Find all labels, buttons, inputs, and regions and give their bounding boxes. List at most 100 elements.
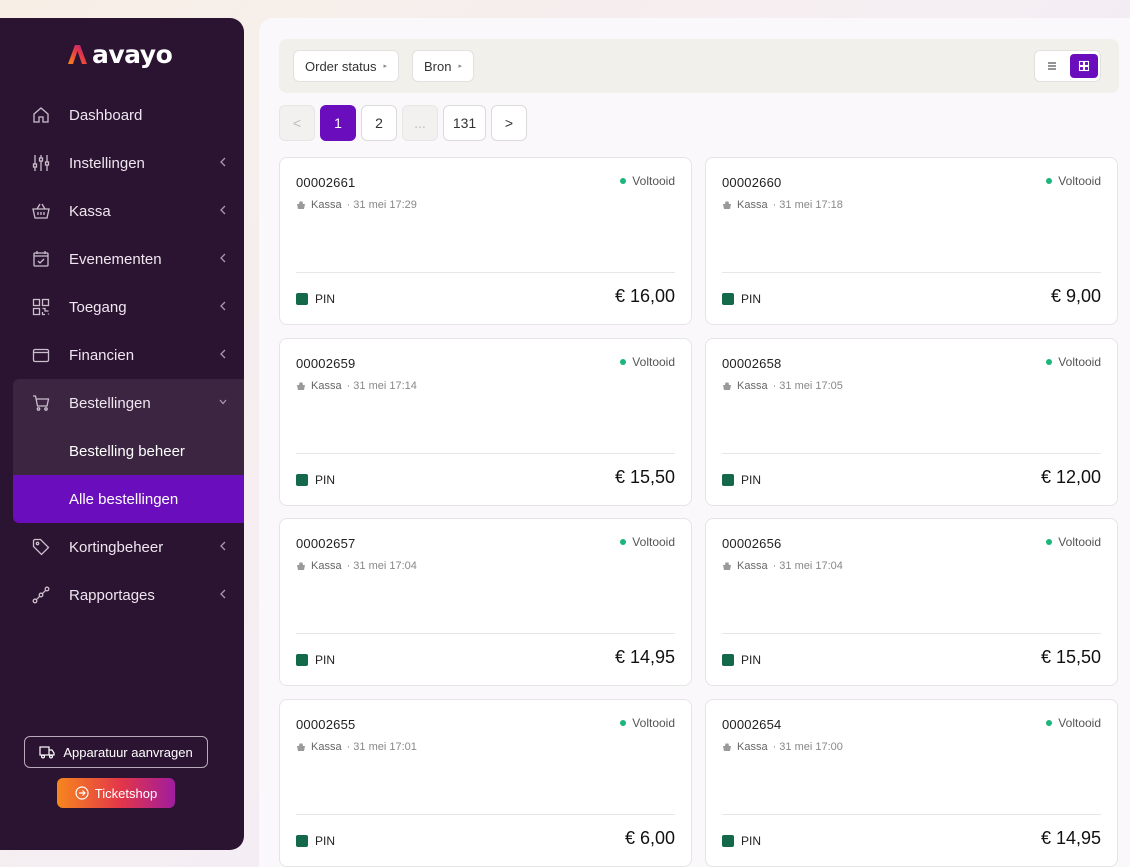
order-card[interactable]: 00002661 Voltooid Kassa · 31 mei 17:29 PIN € … — [279, 157, 692, 325]
sidebar-item-financien[interactable]: Financien — [0, 331, 244, 379]
payment-method: PIN — [722, 473, 761, 487]
order-status: Voltooid — [1046, 535, 1101, 549]
card-divider — [722, 633, 1101, 634]
payment-method-label: PIN — [741, 473, 762, 487]
card-divider — [296, 453, 675, 454]
payment-method-label: PIN — [315, 473, 336, 487]
order-card[interactable]: 00002659 Voltooid Kassa · 31 mei 17:14 PIN € … — [279, 338, 692, 506]
pin-icon — [722, 835, 734, 847]
order-card[interactable]: 00002654 Voltooid Kassa · 31 mei 17:00 PIN € … — [705, 699, 1118, 867]
order-status: Voltooid — [1046, 716, 1101, 730]
card-divider — [296, 814, 675, 815]
order-card[interactable]: 00002658 Voltooid Kassa · 31 mei 17:05 PIN € … — [705, 338, 1118, 506]
ticketshop-label: Ticketshop — [94, 785, 158, 801]
calendar-check-icon — [33, 251, 49, 267]
payment-method-label: PIN — [315, 292, 336, 306]
ticketshop-button[interactable]: Ticketshop — [57, 778, 175, 808]
order-amount: € 15,50 — [1040, 647, 1101, 667]
status-dot-icon — [1046, 359, 1053, 365]
page-button-131[interactable]: 131 — [443, 105, 486, 141]
chevron-left-icon — [220, 157, 226, 167]
order-meta: Kassa · 31 mei 17:00 — [722, 741, 843, 753]
sidebar-item-instellingen[interactable]: Instellingen — [0, 139, 244, 187]
register-icon — [723, 382, 731, 390]
order-card[interactable]: 00002657 Voltooid Kassa · 31 mei 17:04 PIN € … — [279, 518, 692, 686]
order-amount: € 6,00 — [624, 828, 675, 848]
order-date: · 31 mei 17:04 — [772, 560, 843, 572]
main-content: Order status ▸ Bron ▸ < 1 2 ... 131 > 00… — [259, 18, 1130, 867]
home-icon — [33, 107, 49, 123]
order-status: Voltooid — [620, 355, 675, 369]
payment-method-label: PIN — [741, 653, 762, 667]
order-number: 00002655 — [296, 717, 356, 732]
order-date: · 31 mei 17:01 — [346, 741, 417, 753]
sidebar-item-rapportages[interactable]: Rapportages — [0, 571, 244, 619]
register-icon — [297, 382, 305, 390]
order-status-filter[interactable]: Order status ▸ — [293, 50, 400, 82]
order-status: Voltooid — [1046, 355, 1101, 369]
sidebar-item-bestellingen[interactable]: Bestellingen — [13, 379, 244, 427]
order-meta: Kassa · 31 mei 17:05 — [722, 380, 843, 392]
pin-icon — [296, 293, 308, 305]
sidebar-subitem-bestelling-beheer[interactable]: Bestelling beheer — [13, 427, 244, 475]
page-button-1[interactable]: 1 — [320, 105, 356, 141]
chevron-left-icon — [220, 349, 226, 359]
order-date: · 31 mei 17:14 — [346, 380, 417, 392]
order-amount: € 15,50 — [614, 467, 675, 487]
grid-view-button[interactable] — [1070, 54, 1098, 78]
sidebar-subitem-alle-bestellingen[interactable]: Alle bestellingen — [13, 475, 244, 523]
request-equipment-label: Apparatuur aanvragen — [63, 744, 193, 760]
status-dot-icon — [620, 178, 627, 184]
sidebar-item-kassa[interactable]: Kassa — [0, 187, 244, 235]
sidebar-item-dashboard[interactable]: Dashboard — [0, 91, 244, 139]
page-ellipsis: ... — [402, 105, 438, 141]
status-dot-icon — [1046, 720, 1053, 726]
order-source: Kassa — [737, 560, 768, 572]
avayo-logo[interactable]: avayo — [66, 40, 173, 68]
truck-icon — [39, 746, 55, 759]
arrow-circle-right-icon — [75, 786, 89, 800]
list-view-icon[interactable] — [1044, 58, 1060, 74]
chevron-left-icon — [220, 253, 226, 263]
card-divider — [722, 814, 1101, 815]
order-amount: € 14,95 — [614, 647, 675, 667]
route-icon — [32, 586, 50, 604]
sidebar-item-label: Dashboard — [69, 106, 143, 124]
page-button-2[interactable]: 2 — [361, 105, 397, 141]
pin-icon — [722, 293, 734, 305]
register-icon — [723, 743, 731, 751]
sidebar-item-evenementen[interactable]: Evenementen — [0, 235, 244, 283]
register-icon — [297, 562, 305, 570]
sidebar-item-toegang[interactable]: Toegang — [0, 283, 244, 331]
register-icon — [297, 201, 305, 209]
avayo-logo-mark-icon — [68, 45, 87, 64]
order-status: Voltooid — [620, 535, 675, 549]
order-amount: € 14,95 — [1040, 828, 1101, 848]
order-card[interactable]: 00002660 Voltooid Kassa · 31 mei 17:18 PIN € … — [705, 157, 1118, 325]
card-divider — [722, 272, 1101, 273]
payment-method: PIN — [296, 653, 335, 667]
order-number: 00002654 — [722, 717, 782, 732]
order-card[interactable]: 00002655 Voltooid Kassa · 31 mei 17:01 PIN € … — [279, 699, 692, 867]
payment-method: PIN — [296, 473, 335, 487]
prev-page-button[interactable]: < — [279, 105, 315, 141]
order-card[interactable]: 00002656 Voltooid Kassa · 31 mei 17:04 PIN € … — [705, 518, 1118, 686]
next-page-button[interactable]: > — [491, 105, 527, 141]
source-filter[interactable]: Bron ▸ — [412, 50, 474, 82]
sidebar-item-kortingbeheer[interactable]: Kortingbeheer — [0, 523, 244, 571]
view-toggle — [1034, 50, 1101, 82]
order-meta: Kassa · 31 mei 17:04 — [296, 560, 417, 572]
register-icon — [723, 562, 731, 570]
order-status: Voltooid — [1046, 174, 1101, 188]
sidebar-item-label: Rapportages — [69, 586, 155, 604]
card-divider — [722, 453, 1101, 454]
order-status-label: Voltooid — [632, 716, 675, 730]
sidebar: avayo Dashboard Instellingen Kassa Evene… — [0, 18, 244, 850]
sidebar-item-label: Evenementen — [69, 250, 162, 268]
order-meta: Kassa · 31 mei 17:14 — [296, 380, 417, 392]
sidebar-subitem-label: Bestelling beheer — [69, 442, 185, 460]
payment-method: PIN — [722, 292, 761, 306]
card-divider — [296, 272, 675, 273]
request-equipment-button[interactable]: Apparatuur aanvragen — [24, 736, 208, 768]
sidebar-item-label: Kortingbeheer — [69, 538, 164, 556]
